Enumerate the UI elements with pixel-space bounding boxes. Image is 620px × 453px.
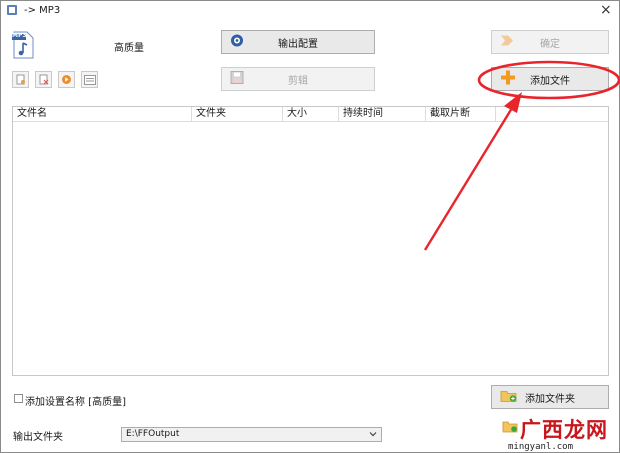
annotation-highlight-ellipse bbox=[477, 60, 620, 100]
watermark-text: 广西龙网 bbox=[520, 418, 608, 442]
annotation-overlay bbox=[423, 60, 620, 251]
watermark-url: mingyanl.com bbox=[508, 442, 574, 452]
watermark: 广西龙网 mingyanl.com bbox=[498, 413, 616, 453]
annotation-arrow bbox=[423, 107, 514, 251]
watermark-folder-icon bbox=[502, 419, 518, 436]
